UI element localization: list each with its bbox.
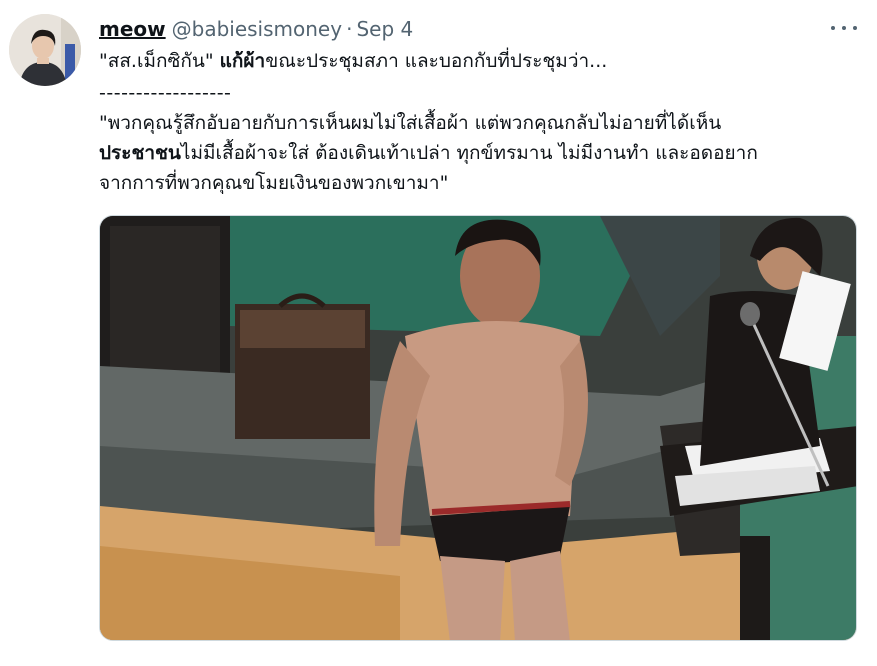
user-handle[interactable]: @babiesismoney — [172, 17, 342, 41]
more-horizontal-icon — [831, 26, 835, 30]
tweet-date[interactable]: Sep 4 — [356, 17, 413, 41]
tweet-text-line: ประชาชนไม่มีเสื้อผ้าจะใส่ ต้องเดินเท้าเป… — [99, 142, 758, 164]
tweet-text-line: "พวกคุณรู้สึกอับอายกับการเห็นผมไม่ใส่เสื… — [99, 112, 722, 134]
tweet[interactable]: meow @babiesismoney · Sep 4 "สส.เม็กซิกั… — [0, 0, 877, 666]
photo-image — [100, 216, 856, 640]
tweet-header: meow @babiesismoney · Sep 4 — [99, 16, 413, 42]
display-name[interactable]: meow — [99, 17, 166, 41]
avatar[interactable] — [9, 14, 81, 86]
tweet-text-line: จากการที่พวกคุณขโมยเงินของพวกเขามา" — [99, 172, 449, 194]
more-options-button[interactable] — [831, 18, 857, 38]
tweet-text-line: "สส.เม็กซิกัน" แก้ผ้าขณะประชุมสภา และบอก… — [99, 50, 608, 72]
separator-dot: · — [346, 17, 353, 41]
avatar-image — [9, 14, 81, 86]
tweet-divider-text: ------------------ — [99, 82, 232, 104]
tweet-photo[interactable] — [99, 215, 857, 641]
